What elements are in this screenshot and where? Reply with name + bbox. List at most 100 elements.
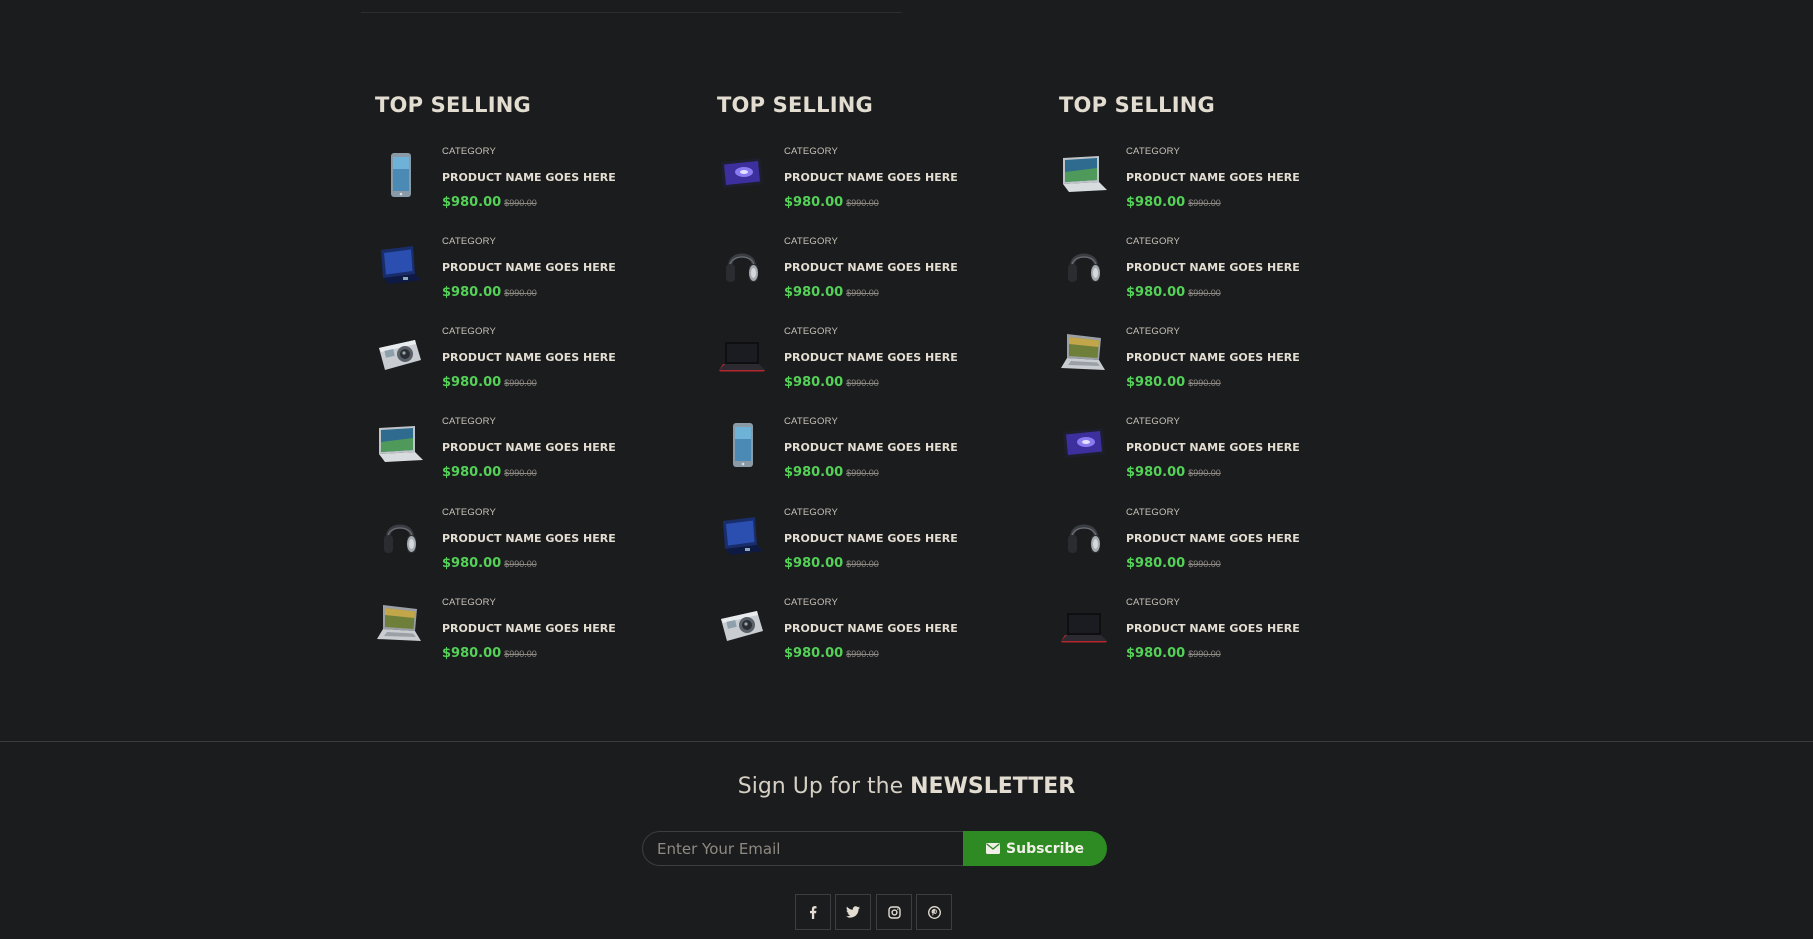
product-name-link[interactable]: PRODUCT NAME GOES HERE — [784, 532, 958, 545]
product-widget[interactable]: CATEGORY PRODUCT NAME GOES HERE $980.00 $99… — [717, 236, 1017, 306]
pinterest-icon — [927, 905, 941, 919]
product-price-old: $990.00 — [846, 198, 879, 208]
product-category: CATEGORY — [1126, 507, 1181, 518]
product-image-laptop-red[interactable] — [717, 330, 767, 380]
product-image-laptop-open[interactable] — [1059, 330, 1109, 380]
product-name-link[interactable]: PRODUCT NAME GOES HERE — [784, 171, 958, 184]
product-price-old: $990.00 — [846, 649, 879, 659]
product-widget[interactable]: CATEGORY PRODUCT NAME GOES HERE $980.00 $99… — [375, 597, 675, 667]
product-price-current: $980.00 — [1126, 195, 1186, 210]
product-category: CATEGORY — [784, 597, 839, 608]
product-name-link[interactable]: PRODUCT NAME GOES HERE — [1126, 441, 1300, 454]
product-name-link[interactable]: PRODUCT NAME GOES HERE — [1126, 622, 1300, 635]
product-category: CATEGORY — [784, 326, 839, 337]
facebook-icon — [810, 905, 817, 919]
product-image-camera[interactable] — [717, 601, 767, 651]
product-image-headphones[interactable] — [717, 240, 767, 290]
product-category: CATEGORY — [1126, 146, 1181, 157]
subscribe-button[interactable]: Subscribe — [963, 831, 1107, 866]
product-widget[interactable]: CATEGORY PRODUCT NAME GOES HERE $980.00 $99… — [1059, 416, 1359, 486]
pinterest-link[interactable] — [916, 894, 952, 930]
product-image-headphones[interactable] — [1059, 511, 1109, 561]
product-price-old: $990.00 — [846, 378, 879, 388]
product-name-link[interactable]: PRODUCT NAME GOES HERE — [442, 441, 616, 454]
product-price-current: $980.00 — [442, 375, 502, 390]
envelope-icon — [986, 843, 1001, 854]
product-widget[interactable]: CATEGORY PRODUCT NAME GOES HERE $980.00 $99… — [717, 416, 1017, 486]
product-name-link[interactable]: PRODUCT NAME GOES HERE — [784, 261, 958, 274]
facebook-link[interactable] — [795, 894, 831, 930]
product-price-current: $980.00 — [784, 375, 844, 390]
product-price: $980.00 $990.00 — [784, 283, 879, 301]
product-image-laptop-silver[interactable] — [375, 420, 425, 470]
product-price: $980.00 $990.00 — [1126, 283, 1221, 301]
product-category: CATEGORY — [784, 507, 839, 518]
product-widget[interactable]: CATEGORY PRODUCT NAME GOES HERE $980.00 $99… — [1059, 236, 1359, 306]
newsletter-title-prefix: Sign Up for the — [737, 774, 904, 799]
product-image-laptop-open[interactable] — [375, 601, 425, 651]
product-price: $980.00 $990.00 — [1126, 193, 1221, 211]
product-widget[interactable]: CATEGORY PRODUCT NAME GOES HERE $980.00 $99… — [375, 326, 675, 396]
product-price-old: $990.00 — [504, 378, 537, 388]
product-name-link[interactable]: PRODUCT NAME GOES HERE — [442, 351, 616, 364]
product-name-link[interactable]: PRODUCT NAME GOES HERE — [784, 351, 958, 364]
product-category: CATEGORY — [442, 416, 497, 427]
product-price: $980.00 $990.00 — [1126, 373, 1221, 391]
product-image-laptop-dark[interactable] — [375, 240, 425, 290]
product-image-laptop-red[interactable] — [1059, 601, 1109, 651]
product-widget[interactable]: CATEGORY PRODUCT NAME GOES HERE $980.00 $99… — [375, 236, 675, 306]
product-name-link[interactable]: PRODUCT NAME GOES HERE — [442, 532, 616, 545]
product-widget[interactable]: CATEGORY PRODUCT NAME GOES HERE $980.00 $99… — [375, 146, 675, 216]
product-price-old: $990.00 — [1188, 559, 1221, 569]
product-price-current: $980.00 — [784, 556, 844, 571]
product-name-link[interactable]: PRODUCT NAME GOES HERE — [442, 261, 616, 274]
product-category: CATEGORY — [1126, 597, 1181, 608]
product-name-link[interactable]: PRODUCT NAME GOES HERE — [442, 171, 616, 184]
product-name-link[interactable]: PRODUCT NAME GOES HERE — [442, 622, 616, 635]
instagram-icon — [887, 905, 901, 919]
product-widget[interactable]: CATEGORY PRODUCT NAME GOES HERE $980.00 $99… — [717, 507, 1017, 577]
product-category: CATEGORY — [1126, 236, 1181, 247]
product-image-laptop-silver[interactable] — [1059, 150, 1109, 200]
product-price: $980.00 $990.00 — [442, 193, 537, 211]
twitter-icon — [846, 906, 860, 918]
product-price: $980.00 $990.00 — [1126, 554, 1221, 572]
product-image-tablet[interactable] — [717, 150, 767, 200]
subscribe-label: Subscribe — [1006, 840, 1084, 857]
product-name-link[interactable]: PRODUCT NAME GOES HERE — [1126, 261, 1300, 274]
product-name-link[interactable]: PRODUCT NAME GOES HERE — [1126, 351, 1300, 364]
product-image-smartphone[interactable] — [717, 420, 767, 470]
product-price: $980.00 $990.00 — [784, 644, 879, 662]
product-widget[interactable]: CATEGORY PRODUCT NAME GOES HERE $980.00 $99… — [1059, 146, 1359, 216]
product-price-current: $980.00 — [784, 195, 844, 210]
email-input[interactable] — [642, 831, 967, 866]
product-image-smartphone[interactable] — [375, 150, 425, 200]
product-widget[interactable]: CATEGORY PRODUCT NAME GOES HERE $980.00 $99… — [1059, 326, 1359, 396]
product-price-old: $990.00 — [504, 649, 537, 659]
twitter-link[interactable] — [835, 894, 871, 930]
product-image-headphones[interactable] — [375, 511, 425, 561]
product-widget[interactable]: CATEGORY PRODUCT NAME GOES HERE $980.00 $99… — [717, 326, 1017, 396]
product-name-link[interactable]: PRODUCT NAME GOES HERE — [1126, 532, 1300, 545]
instagram-link[interactable] — [876, 894, 912, 930]
product-image-laptop-dark[interactable] — [717, 511, 767, 561]
product-price: $980.00 $990.00 — [442, 554, 537, 572]
product-image-camera[interactable] — [375, 330, 425, 380]
product-price-old: $990.00 — [504, 468, 537, 478]
product-image-tablet[interactable] — [1059, 420, 1109, 470]
top-selling-column-1: TOP SELLING CATEGORY PRODUCT NAME GOES HE… — [375, 92, 675, 661]
product-price-current: $980.00 — [784, 285, 844, 300]
product-widget[interactable]: CATEGORY PRODUCT NAME GOES HERE $980.00 $99… — [375, 416, 675, 486]
product-widget[interactable]: CATEGORY PRODUCT NAME GOES HERE $980.00 $99… — [375, 507, 675, 577]
product-widget[interactable]: CATEGORY PRODUCT NAME GOES HERE $980.00 $99… — [1059, 507, 1359, 577]
product-price: $980.00 $990.00 — [1126, 644, 1221, 662]
product-widget[interactable]: CATEGORY PRODUCT NAME GOES HERE $980.00 $99… — [1059, 597, 1359, 667]
product-price-old: $990.00 — [1188, 468, 1221, 478]
product-name-link[interactable]: PRODUCT NAME GOES HERE — [784, 622, 958, 635]
product-name-link[interactable]: PRODUCT NAME GOES HERE — [1126, 171, 1300, 184]
product-widget[interactable]: CATEGORY PRODUCT NAME GOES HERE $980.00 $99… — [717, 597, 1017, 667]
newsletter-form: Subscribe — [642, 831, 1107, 866]
product-widget[interactable]: CATEGORY PRODUCT NAME GOES HERE $980.00 $99… — [717, 146, 1017, 216]
product-image-headphones[interactable] — [1059, 240, 1109, 290]
product-name-link[interactable]: PRODUCT NAME GOES HERE — [784, 441, 958, 454]
